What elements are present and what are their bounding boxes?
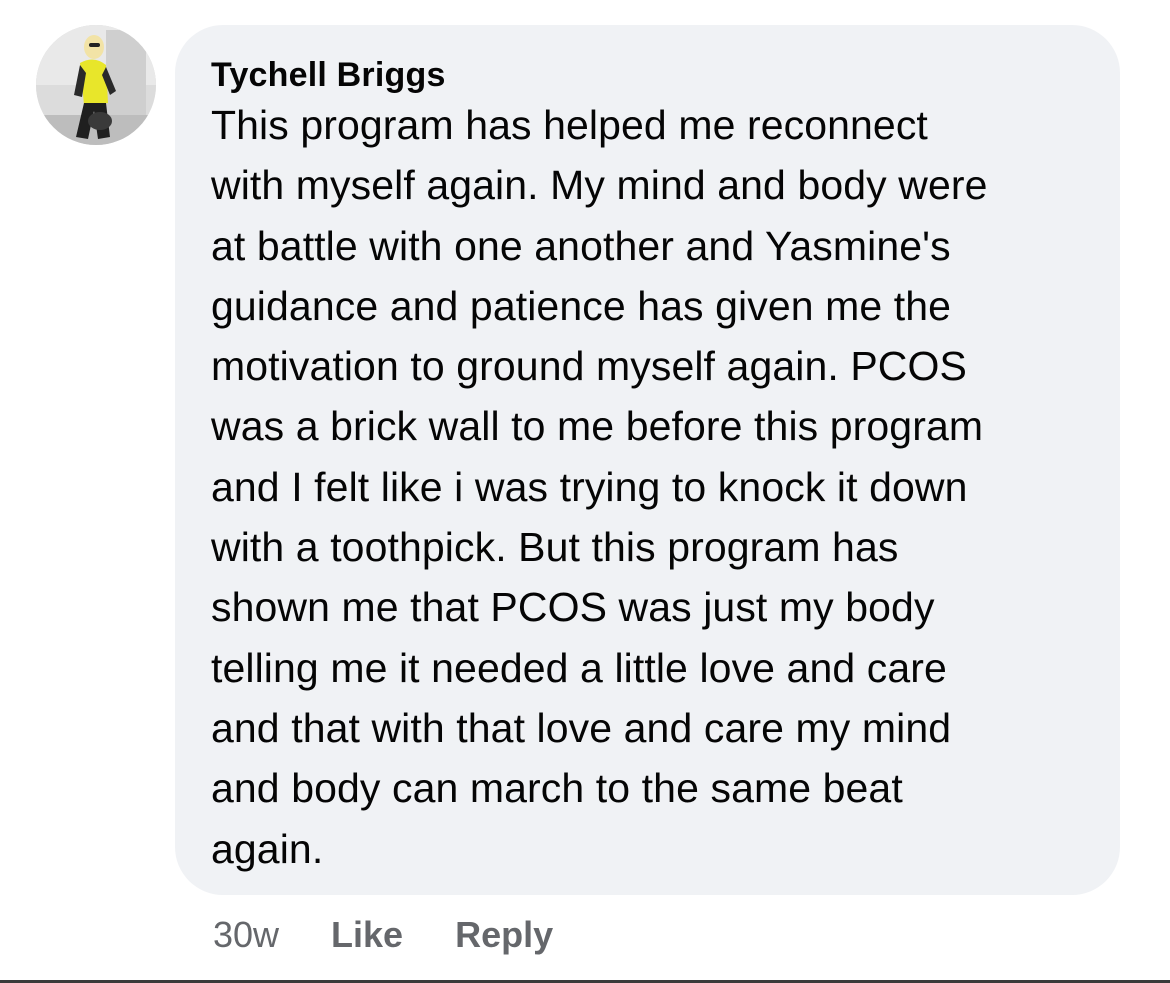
profile-photo-icon	[36, 25, 156, 145]
avatar[interactable]	[36, 25, 156, 145]
reply-button[interactable]: Reply	[455, 914, 553, 956]
comment-text: This program has helped me reconnect wit…	[211, 95, 1090, 879]
comment-bubble: Tychell Briggs This program has helped m…	[175, 25, 1120, 895]
comment-actions: 30w Like Reply	[213, 912, 605, 958]
comment-line: This program has helped me reconnect	[211, 102, 928, 148]
comment-author[interactable]: Tychell Briggs	[211, 55, 1090, 95]
comment-line: telling me it needed a little love and c…	[211, 644, 947, 691]
comment-line: at battle with one another and Yasmine's	[211, 222, 951, 269]
comment-line: guidance and patience has given me the	[211, 282, 952, 329]
comment-line: and that with that love and care my mind	[211, 704, 952, 751]
like-button[interactable]: Like	[331, 914, 403, 956]
comment-line: with a toothpick. But this program has	[211, 524, 899, 571]
comment-line: was a brick wall to me before this progr…	[211, 403, 984, 450]
comment-timestamp[interactable]: 30w	[213, 914, 279, 956]
comment-line: and body can march to the same beat	[211, 765, 903, 812]
comment-line: shown me that PCOS was just my body	[211, 584, 935, 631]
comment-line: and I felt like i was trying to knock it…	[211, 463, 968, 510]
comment-line: motivation to ground myself again. PCOS	[211, 343, 967, 390]
comment-line: with myself again. My mind and body were	[211, 162, 988, 209]
comment-line: again.	[211, 825, 324, 872]
